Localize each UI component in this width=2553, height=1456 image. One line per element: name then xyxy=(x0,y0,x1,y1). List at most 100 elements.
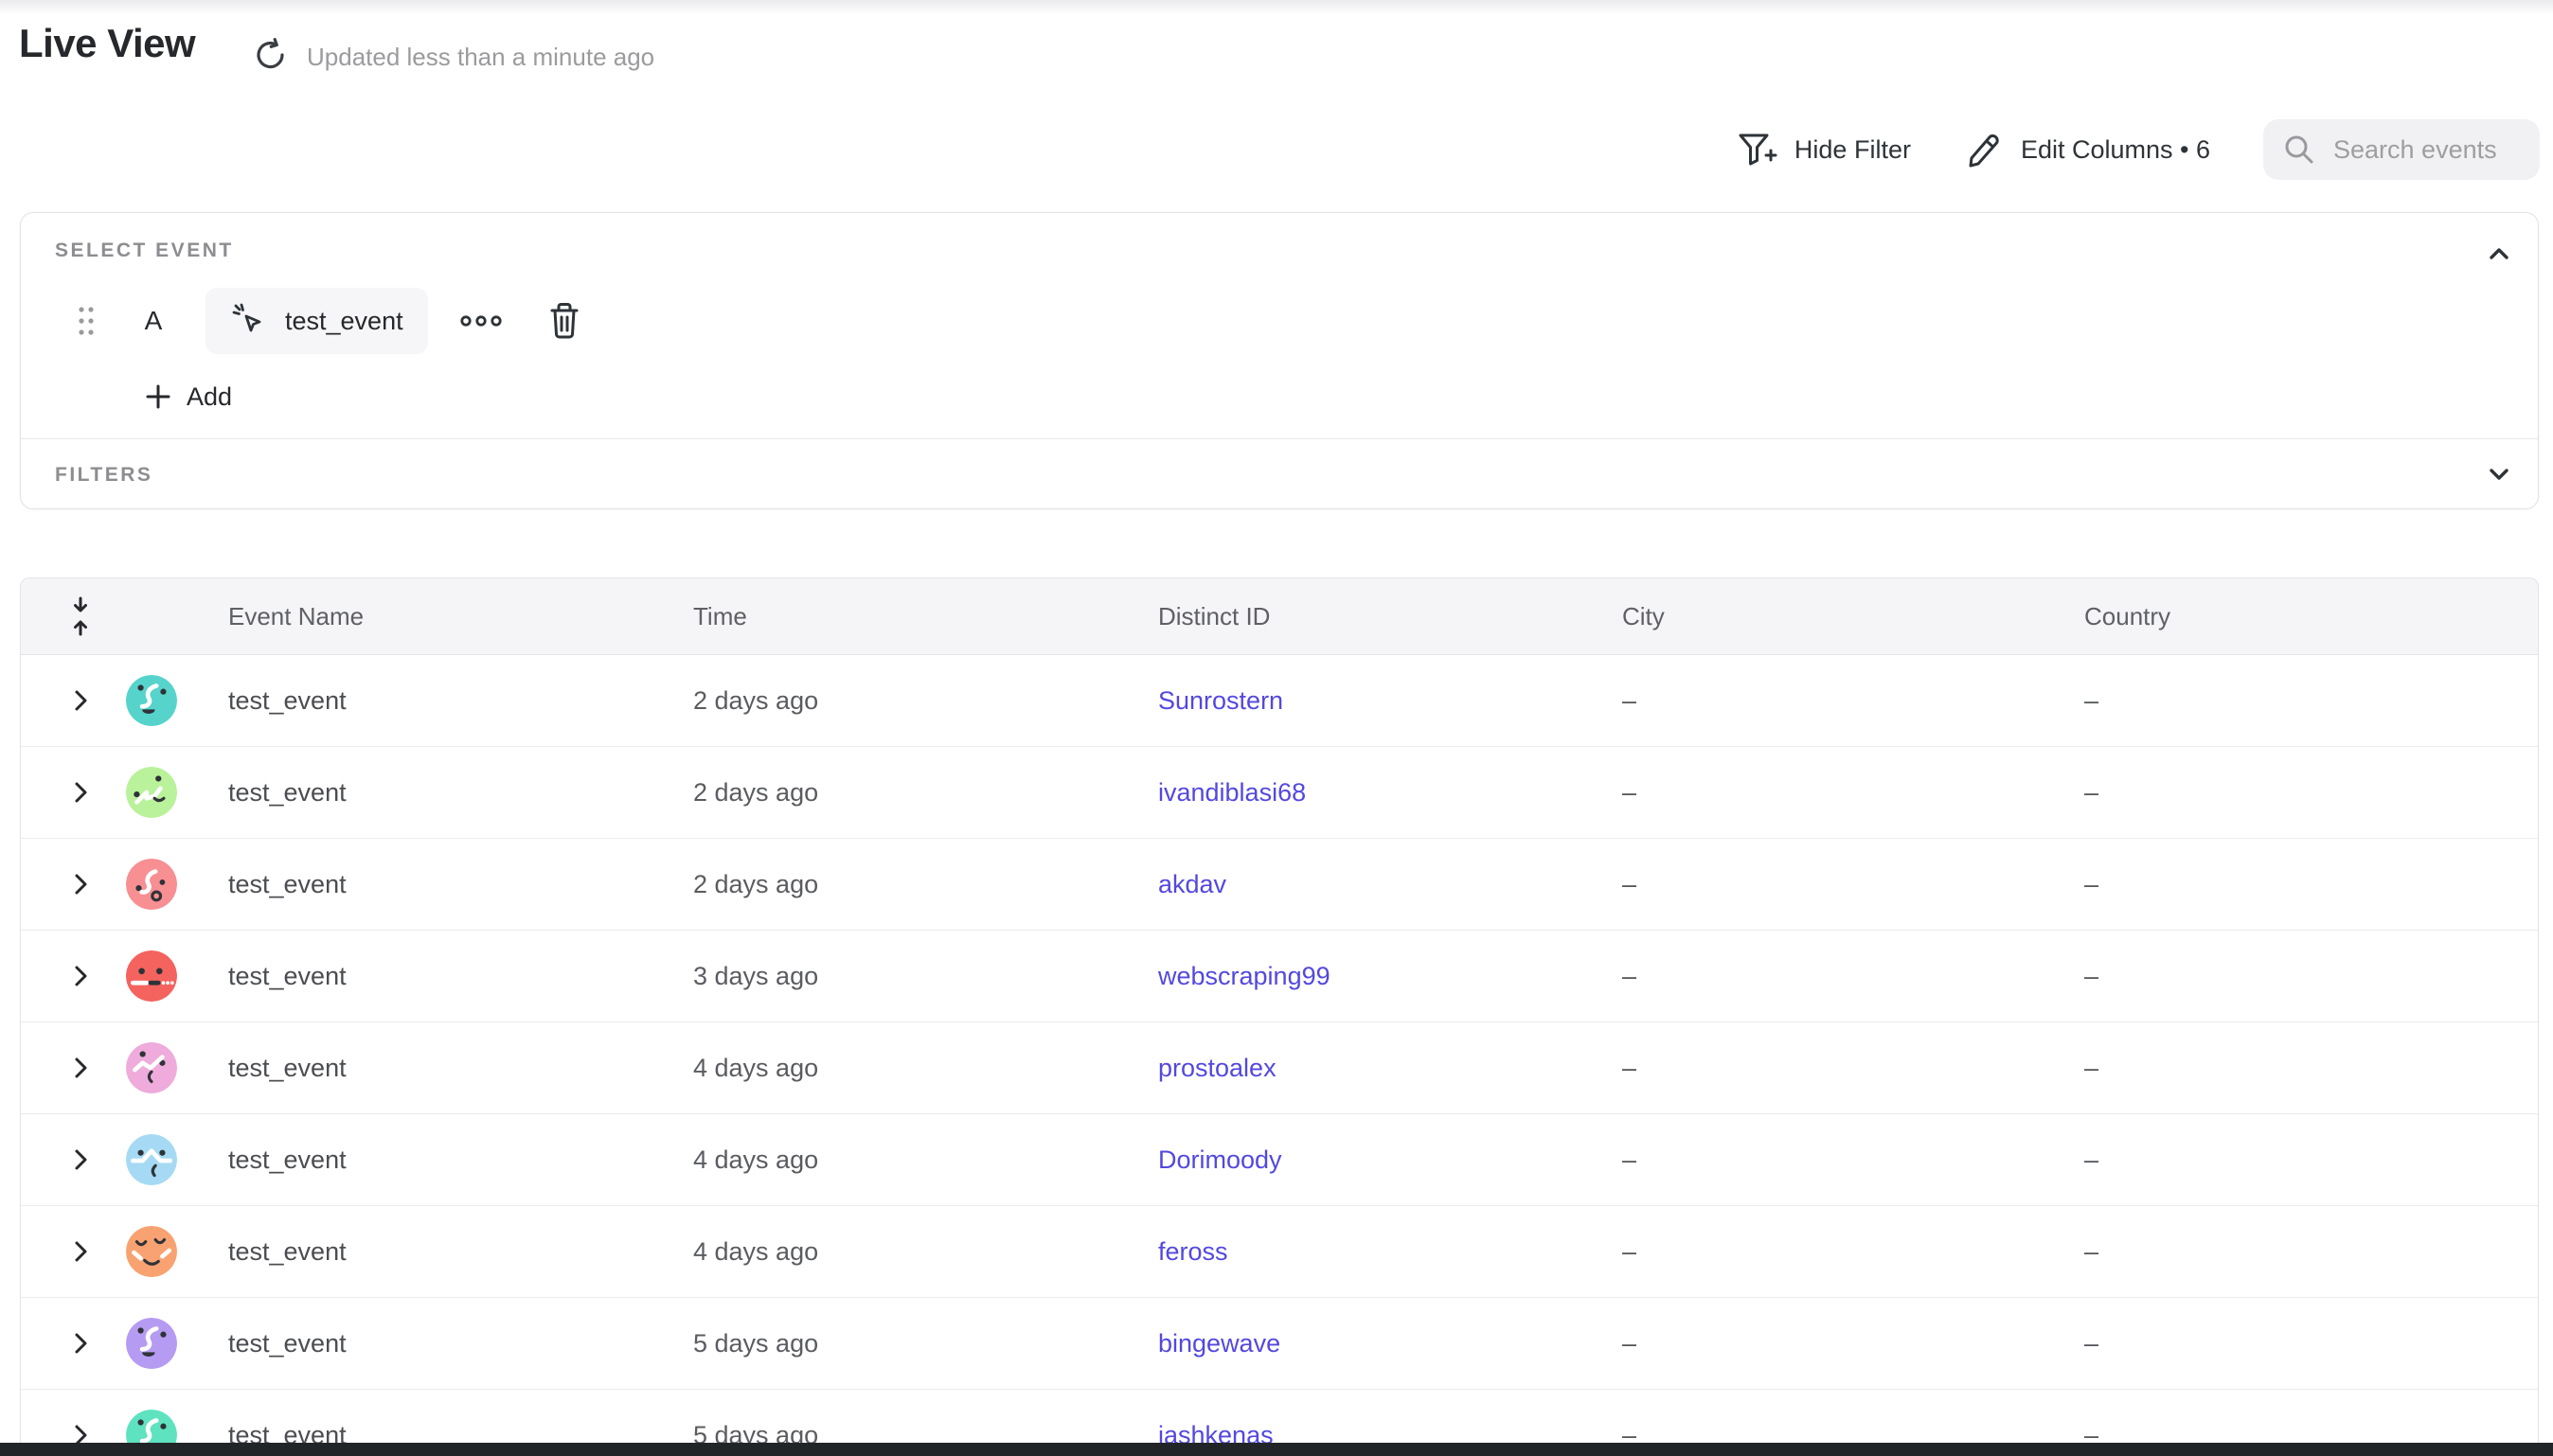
search-events-input[interactable] xyxy=(2333,135,2521,165)
avatar xyxy=(126,675,177,726)
country-cell: – xyxy=(2076,962,2538,991)
city-cell: – xyxy=(1614,962,2076,991)
chevron-right-icon xyxy=(70,1239,91,1264)
add-label: Add xyxy=(187,382,232,412)
city-cell: – xyxy=(1614,1054,2076,1083)
country-cell: – xyxy=(2076,870,2538,899)
chevron-down-icon xyxy=(2485,460,2513,488)
expand-filters-button[interactable] xyxy=(2485,460,2513,488)
table-row[interactable]: test_event 4 days ago feross – – xyxy=(21,1206,2538,1298)
city-cell: – xyxy=(1614,1145,2076,1175)
event-more-options-button[interactable] xyxy=(458,311,508,330)
column-header-country: Country xyxy=(2076,602,2538,631)
updated-status: Updated less than a minute ago xyxy=(307,43,654,72)
avatar xyxy=(126,1042,177,1093)
event-name-cell: test_event xyxy=(220,778,685,808)
plus-icon xyxy=(143,382,173,412)
row-expand-button[interactable] xyxy=(64,1142,97,1178)
row-expand-button[interactable] xyxy=(64,958,97,994)
distinct-id-link[interactable]: bingewave xyxy=(1150,1329,1614,1358)
event-series-letter: A xyxy=(139,306,168,336)
delete-event-button[interactable] xyxy=(545,300,583,342)
chevron-right-icon xyxy=(70,780,91,805)
distinct-id-link[interactable]: Dorimoody xyxy=(1150,1145,1614,1175)
event-name-cell: test_event xyxy=(220,1145,685,1175)
distinct-id-link[interactable]: webscraping99 xyxy=(1150,962,1614,991)
time-cell: 2 days ago xyxy=(685,686,1150,716)
collapse-select-event-button[interactable] xyxy=(2485,240,2513,268)
city-cell: – xyxy=(1614,870,2076,899)
event-name-cell: test_event xyxy=(220,962,685,991)
event-name-cell: test_event xyxy=(220,1237,685,1267)
row-expand-button[interactable] xyxy=(64,1325,97,1361)
country-cell: – xyxy=(2076,1329,2538,1358)
live-view-page: Live View Updated less than a minute ago… xyxy=(0,0,2553,1456)
event-selector-button[interactable]: test_event xyxy=(205,288,428,354)
column-header-time: Time xyxy=(685,602,1150,631)
filters-label: FILTERS xyxy=(55,464,152,487)
chevron-right-icon xyxy=(70,1056,91,1080)
add-event-button[interactable]: Add xyxy=(143,382,232,412)
table-row[interactable]: test_event 4 days ago prostoalex – – xyxy=(21,1022,2538,1114)
distinct-id-link[interactable]: prostoalex xyxy=(1150,1054,1614,1083)
chevron-right-icon xyxy=(70,1331,91,1356)
distinct-id-link[interactable]: akdav xyxy=(1150,870,1614,899)
avatar xyxy=(126,767,177,818)
hide-filter-button[interactable]: Hide Filter xyxy=(1736,129,1911,170)
avatar xyxy=(126,859,177,910)
column-header-distinct-id: Distinct ID xyxy=(1150,602,1614,631)
event-name-cell: test_event xyxy=(220,1329,685,1358)
avatar xyxy=(126,950,177,1002)
event-name-label: test_event xyxy=(285,307,403,336)
search-icon xyxy=(2282,133,2316,167)
chevron-right-icon xyxy=(70,872,91,897)
city-cell: – xyxy=(1614,778,2076,808)
row-expand-button[interactable] xyxy=(64,1234,97,1270)
edit-columns-button[interactable]: Edit Columns • 6 xyxy=(1964,129,2210,170)
table-row[interactable]: test_event 4 days ago Dorimoody – – xyxy=(21,1114,2538,1206)
table-row[interactable]: test_event 2 days ago akdav – – xyxy=(21,839,2538,931)
distinct-id-link[interactable]: feross xyxy=(1150,1237,1614,1267)
table-body: test_event 2 days ago Sunrostern – – tes… xyxy=(21,655,2538,1456)
table-row[interactable]: test_event 3 days ago webscraping99 – – xyxy=(21,931,2538,1022)
filter-plus-icon xyxy=(1736,129,1779,170)
column-header-event-name: Event Name xyxy=(220,602,685,631)
event-row: A test_event xyxy=(21,288,2538,354)
time-cell: 4 days ago xyxy=(685,1237,1150,1267)
select-event-label: SELECT EVENT xyxy=(55,240,234,262)
drag-handle-icon[interactable] xyxy=(75,301,98,341)
distinct-id-link[interactable]: ivandiblasi68 xyxy=(1150,778,1614,808)
chevron-right-icon xyxy=(70,1147,91,1172)
table-row[interactable]: test_event 2 days ago ivandiblasi68 – – xyxy=(21,747,2538,839)
refresh-button[interactable] xyxy=(252,36,290,74)
search-events-box[interactable] xyxy=(2263,119,2540,180)
row-expand-button[interactable] xyxy=(64,1050,97,1086)
cursor-click-icon xyxy=(230,301,270,341)
event-name-cell: test_event xyxy=(220,870,685,899)
filters-section[interactable]: FILTERS xyxy=(21,438,2538,509)
table-row[interactable]: test_event 5 days ago bingewave – – xyxy=(21,1298,2538,1390)
refresh-icon xyxy=(252,36,290,74)
query-builder-panel: SELECT EVENT A test_event xyxy=(20,212,2539,509)
time-cell: 2 days ago xyxy=(685,870,1150,899)
chevron-right-icon xyxy=(70,688,91,713)
collapse-all-rows-button[interactable] xyxy=(68,595,93,637)
country-cell: – xyxy=(2076,778,2538,808)
time-cell: 3 days ago xyxy=(685,962,1150,991)
avatar xyxy=(126,1134,177,1185)
city-cell: – xyxy=(1614,1329,2076,1358)
row-expand-button[interactable] xyxy=(64,683,97,719)
row-expand-button[interactable] xyxy=(64,866,97,902)
event-name-cell: test_event xyxy=(220,1054,685,1083)
avatar xyxy=(126,1226,177,1277)
events-table: Event Name Time Distinct ID City Country… xyxy=(20,577,2539,1456)
more-options-icon xyxy=(458,311,508,330)
country-cell: – xyxy=(2076,1054,2538,1083)
distinct-id-link[interactable]: Sunrostern xyxy=(1150,686,1614,716)
row-expand-button[interactable] xyxy=(64,774,97,810)
table-row[interactable]: test_event 2 days ago Sunrostern – – xyxy=(21,655,2538,747)
avatar xyxy=(126,1318,177,1369)
city-cell: – xyxy=(1614,686,2076,716)
country-cell: – xyxy=(2076,686,2538,716)
chevron-right-icon xyxy=(70,964,91,988)
